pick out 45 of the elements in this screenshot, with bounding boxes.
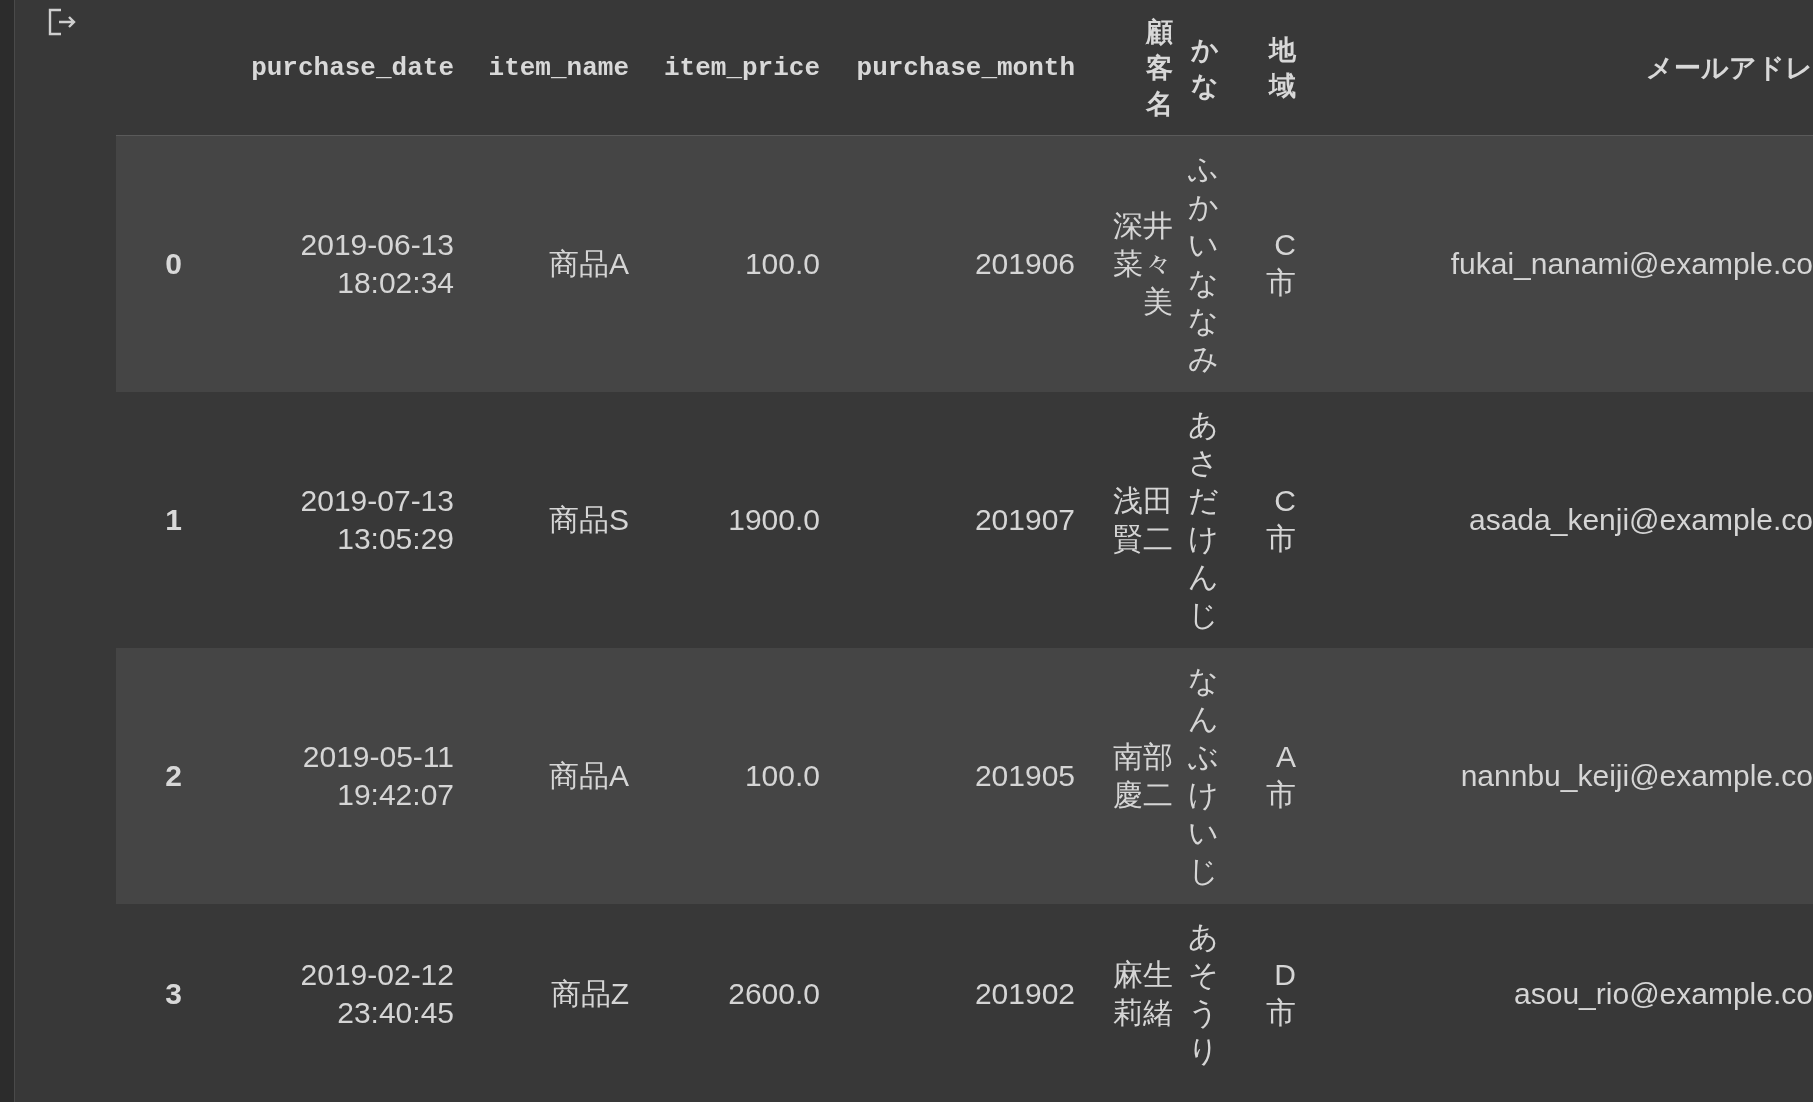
table-cell-text: 100.0: [744, 758, 820, 794]
column-header: purchase_date: [251, 51, 454, 85]
row-index: 1: [165, 503, 182, 537]
table-cell-text: 100.0: [744, 246, 820, 282]
table-cell-text: 浅田賢二: [1112, 483, 1173, 557]
table-cell-text: 201902: [974, 976, 1075, 1012]
column-header: 顧客名: [1144, 14, 1173, 121]
table-cell-text: C市: [1265, 483, 1296, 557]
table-cell-text: asou_rio@example.co: [1514, 976, 1813, 1012]
table-cell-text: nannbu_keiji@example.co: [1460, 758, 1813, 794]
table-cell-text: 1900.0: [728, 502, 820, 538]
table-cell-text: 2019-06-13 18:02:34: [299, 227, 454, 301]
table-cell-text: 201906: [974, 246, 1075, 282]
table-cell-text: 2019-02-12 23:40:45: [299, 957, 454, 1031]
column-header: 地域: [1267, 32, 1296, 103]
table-cell-text: 2019-07-13 13:05:29: [299, 483, 454, 557]
row-index: 3: [165, 977, 182, 1011]
table-cell-text: なんぶけいじ: [1187, 663, 1219, 889]
output-icon[interactable]: [47, 8, 77, 36]
table-cell-text: 南部慶二: [1112, 739, 1173, 813]
column-header: purchase_month: [856, 51, 1075, 85]
column-header: メールアドレ: [1646, 50, 1813, 85]
table-cell-text: D市: [1265, 957, 1296, 1031]
row-index: 2: [165, 759, 182, 793]
column-header: item_price: [663, 51, 820, 85]
column-header: かな: [1190, 32, 1219, 103]
table-cell-text: 麻生莉緒: [1112, 957, 1173, 1031]
table-cell-text: 商品A: [549, 758, 629, 794]
table-cell-text: 深井菜々美: [1112, 208, 1173, 320]
table-cell-text: 商品Z: [550, 976, 629, 1012]
table-cell-text: 2600.0: [728, 976, 820, 1012]
table-cell-text: 201905: [974, 758, 1075, 794]
table-cell-text: 201907: [974, 502, 1075, 538]
table-cell-text: 2019-05-11 19:42:07: [301, 739, 454, 813]
table-cell-text: 商品A: [549, 246, 629, 282]
table-cell-text: fukai_nanami@example.co: [1450, 246, 1813, 282]
column-header: item_name: [488, 51, 629, 85]
table-cell-text: C市: [1265, 227, 1296, 301]
table-cell-text: ふかいななみ: [1187, 151, 1219, 377]
row-index: 0: [165, 247, 182, 281]
table-cell-text: A市: [1265, 739, 1296, 813]
table-cell-text: あそうり: [1187, 919, 1219, 1069]
table-cell-text: あさだけんじ: [1187, 407, 1219, 633]
table-cell-text: asada_kenji@example.co: [1469, 502, 1813, 538]
table-cell-text: 商品S: [549, 502, 629, 538]
